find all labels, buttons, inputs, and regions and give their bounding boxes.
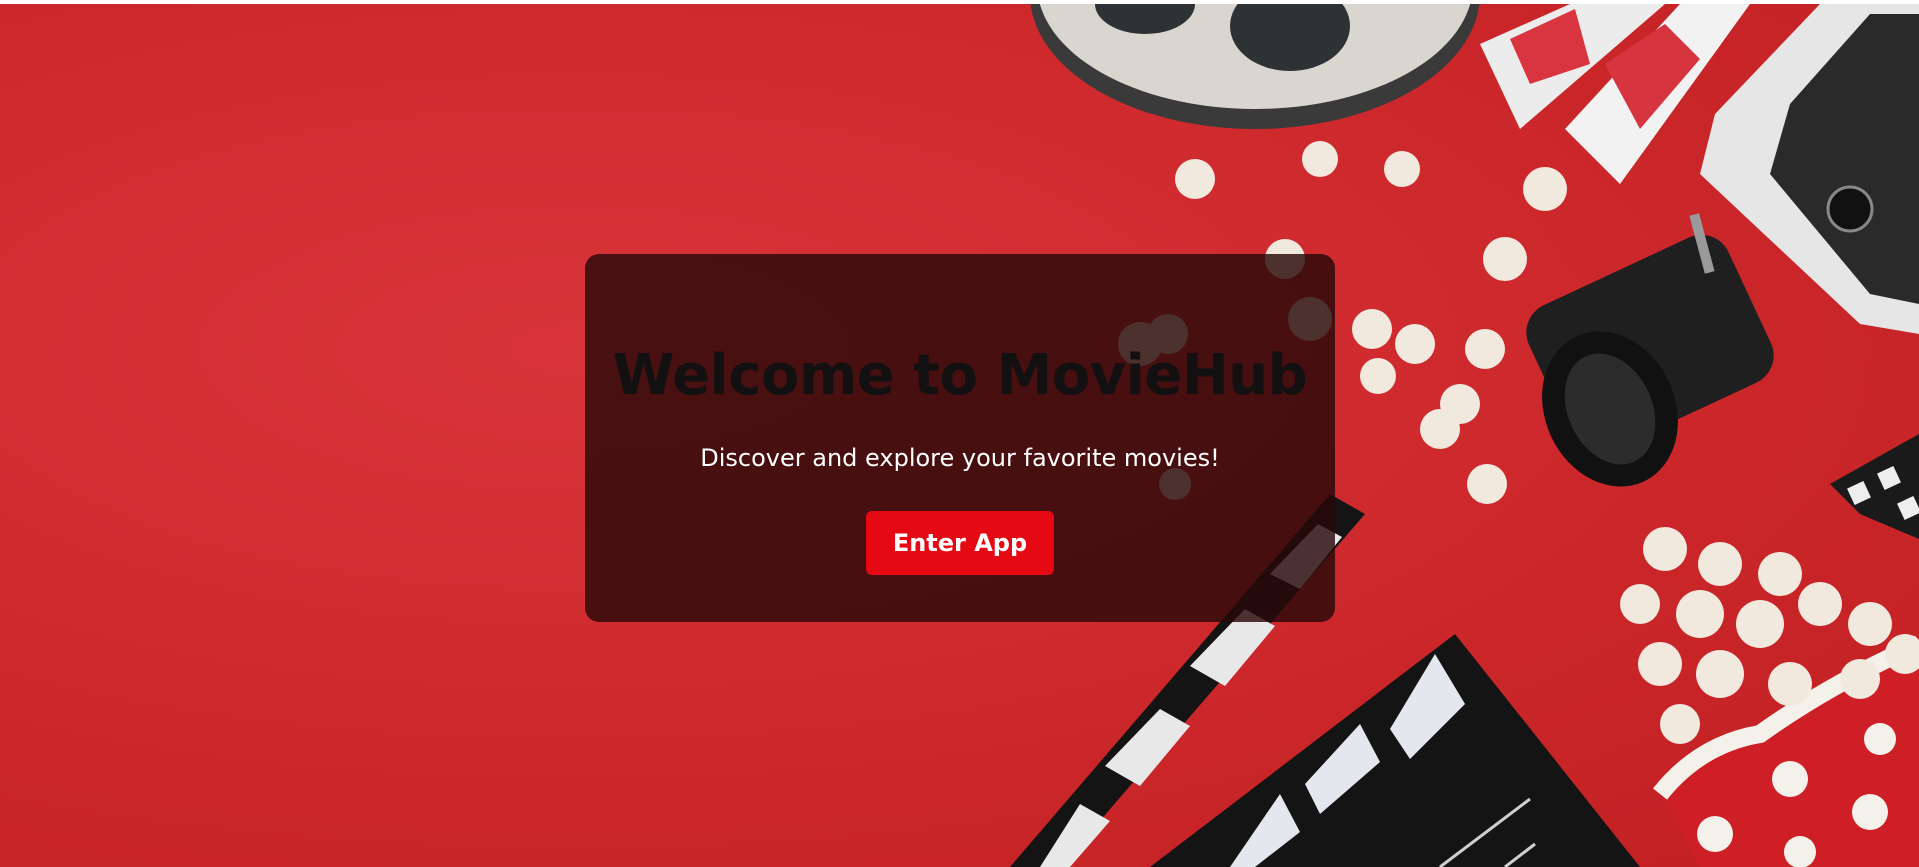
film-reel-icon: [1030, 4, 1480, 129]
page-subtitle: Discover and explore your favorite movie…: [700, 444, 1220, 472]
welcome-card: Welcome to MovieHub Discover and explore…: [585, 254, 1335, 622]
page-title: Welcome to MovieHub: [612, 343, 1308, 408]
hero-background: Welcome to MovieHub Discover and explore…: [0, 4, 1919, 867]
film-strip-icon: [1830, 434, 1919, 539]
enter-app-button[interactable]: Enter App: [866, 511, 1054, 575]
